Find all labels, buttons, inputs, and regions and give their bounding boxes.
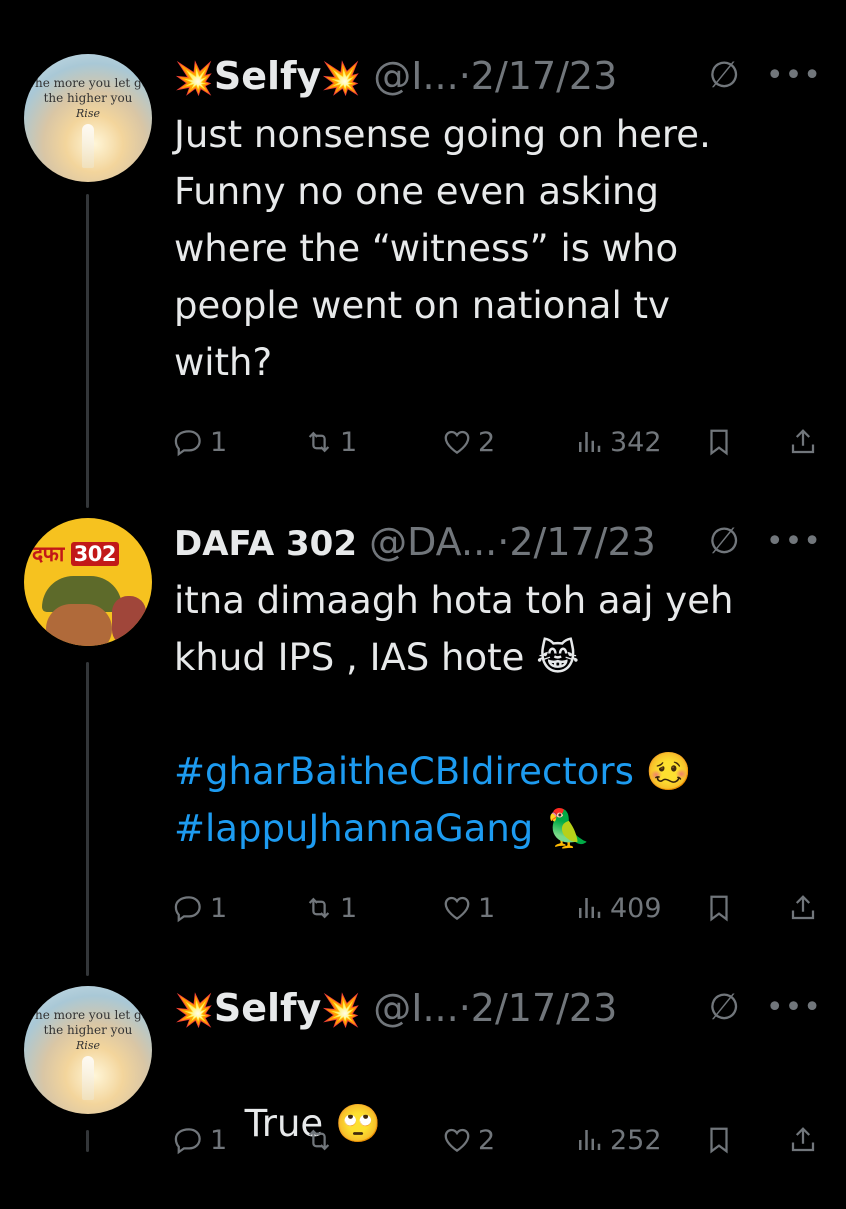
hashtag-link[interactable]: #gharBaitheCBIdirectors bbox=[174, 750, 634, 793]
like-icon bbox=[442, 427, 472, 457]
more-icon[interactable]: ••• bbox=[766, 50, 822, 102]
share-icon bbox=[788, 1125, 818, 1155]
author-handle[interactable]: @I... bbox=[373, 54, 458, 98]
like-count: 2 bbox=[478, 426, 496, 458]
like-button[interactable]: 2 bbox=[442, 427, 495, 458]
separator: · bbox=[497, 520, 510, 564]
burst-emoji: 💥 bbox=[174, 59, 214, 97]
reply-count: 1 bbox=[210, 1124, 228, 1156]
repost-button[interactable]: 1 bbox=[304, 893, 357, 924]
views-button[interactable]: 409 bbox=[574, 893, 662, 924]
action-bar: 1 2 252 bbox=[174, 1120, 822, 1160]
reply-icon bbox=[174, 1125, 204, 1155]
grok-icon[interactable]: ∅ bbox=[709, 516, 740, 568]
like-button[interactable]: 1 bbox=[442, 893, 495, 924]
author-handle[interactable]: @I... bbox=[373, 986, 458, 1030]
tweet-date[interactable]: 2/17/23 bbox=[471, 54, 618, 98]
repost-icon bbox=[304, 893, 334, 923]
parrot-emoji: 🦜 bbox=[545, 807, 592, 850]
author-name[interactable]: Selfy bbox=[214, 54, 321, 98]
avatar-motto: The more you let go the higher you Rise bbox=[27, 1008, 149, 1052]
reply-count: 1 bbox=[210, 892, 228, 924]
avatar[interactable]: The more you let go the higher you Rise bbox=[24, 986, 152, 1114]
bookmark-icon bbox=[704, 427, 734, 457]
bookmark-button[interactable] bbox=[704, 1125, 734, 1155]
tweet-header: 💥Selfy💥 @I...·2/17/23 ∅ ••• bbox=[174, 982, 822, 1034]
avatar-motto: The more you let go the higher you Rise bbox=[27, 76, 149, 120]
more-icon[interactable]: ••• bbox=[766, 516, 822, 568]
repost-count: 1 bbox=[340, 892, 358, 924]
reply-count: 1 bbox=[210, 426, 228, 458]
reply-button[interactable]: 1 bbox=[174, 1125, 227, 1156]
tweet-header: 💥Selfy💥 @I...·2/17/23 ∅ ••• bbox=[174, 50, 822, 102]
tweet-line: khud IPS , IAS hote bbox=[174, 636, 525, 679]
views-count: 342 bbox=[610, 426, 662, 458]
views-icon bbox=[574, 427, 604, 457]
avatar-figure bbox=[82, 1056, 94, 1100]
share-button[interactable] bbox=[788, 427, 818, 457]
thread-line bbox=[86, 194, 89, 508]
crying-cat-emoji: 😹 bbox=[536, 636, 580, 679]
like-count: 2 bbox=[478, 1124, 496, 1156]
action-bar: 1 1 2 342 bbox=[174, 422, 822, 462]
repost-button[interactable]: 1 bbox=[304, 427, 357, 458]
grok-icon[interactable]: ∅ bbox=[709, 982, 740, 1034]
grok-icon[interactable]: ∅ bbox=[709, 50, 740, 102]
avatar[interactable]: The more you let go the higher you Rise bbox=[24, 54, 152, 182]
share-button[interactable] bbox=[788, 893, 818, 923]
bookmark-icon bbox=[704, 1125, 734, 1155]
tweet-line: itna dimaagh hota toh aaj yeh bbox=[174, 579, 734, 622]
tweet-text: Just nonsense going on here. Funny no on… bbox=[174, 113, 723, 384]
author-name[interactable]: Selfy bbox=[214, 986, 321, 1030]
repost-icon bbox=[304, 427, 334, 457]
hashtag-link[interactable]: #lappuJhannaGang bbox=[174, 807, 533, 850]
separator: · bbox=[458, 986, 471, 1030]
views-icon bbox=[574, 1125, 604, 1155]
separator: · bbox=[458, 54, 471, 98]
like-count: 1 bbox=[478, 892, 496, 924]
author-handle[interactable]: @DA... bbox=[369, 520, 497, 564]
repost-button[interactable] bbox=[304, 1125, 340, 1155]
bookmark-button[interactable] bbox=[704, 893, 734, 923]
thread-line bbox=[86, 1130, 89, 1152]
bookmark-icon bbox=[704, 893, 734, 923]
tweet-date[interactable]: 2/17/23 bbox=[471, 986, 618, 1030]
share-icon bbox=[788, 427, 818, 457]
avatar-face bbox=[46, 604, 112, 646]
like-icon bbox=[442, 1125, 472, 1155]
repost-count: 1 bbox=[340, 426, 358, 458]
like-button[interactable]: 2 bbox=[442, 1125, 495, 1156]
share-button[interactable] bbox=[788, 1125, 818, 1155]
tweet-text: itna dimaagh hota toh aaj yeh khud IPS ,… bbox=[174, 572, 794, 857]
burst-emoji: 💥 bbox=[321, 991, 362, 1029]
share-icon bbox=[788, 893, 818, 923]
action-bar: 1 1 1 409 bbox=[174, 888, 822, 928]
views-count: 252 bbox=[610, 1124, 662, 1156]
like-icon bbox=[442, 893, 472, 923]
avatar-woman bbox=[112, 596, 146, 646]
author-name[interactable]: DAFA 302 bbox=[174, 524, 357, 564]
thread-line bbox=[86, 662, 89, 976]
avatar[interactable]: दफा 302 bbox=[24, 518, 152, 646]
burst-emoji: 💥 bbox=[174, 991, 214, 1029]
avatar-figure bbox=[82, 124, 94, 168]
views-icon bbox=[574, 893, 604, 923]
reply-icon bbox=[174, 893, 204, 923]
tweet-date[interactable]: 2/17/23 bbox=[509, 520, 656, 564]
reply-button[interactable]: 1 bbox=[174, 893, 227, 924]
reply-icon bbox=[174, 427, 204, 457]
bookmark-button[interactable] bbox=[704, 427, 734, 457]
reply-button[interactable]: 1 bbox=[174, 427, 227, 458]
woozy-emoji: 🥴 bbox=[645, 750, 692, 793]
repost-icon bbox=[304, 1125, 334, 1155]
avatar-logo: दफा 302 bbox=[32, 540, 119, 568]
more-icon[interactable]: ••• bbox=[766, 982, 822, 1034]
views-count: 409 bbox=[610, 892, 662, 924]
views-button[interactable]: 342 bbox=[574, 427, 662, 458]
tweet-header: DAFA 302 @DA...·2/17/23 ∅ ••• bbox=[174, 516, 822, 568]
views-button[interactable]: 252 bbox=[574, 1125, 662, 1156]
burst-emoji: 💥 bbox=[321, 59, 362, 97]
